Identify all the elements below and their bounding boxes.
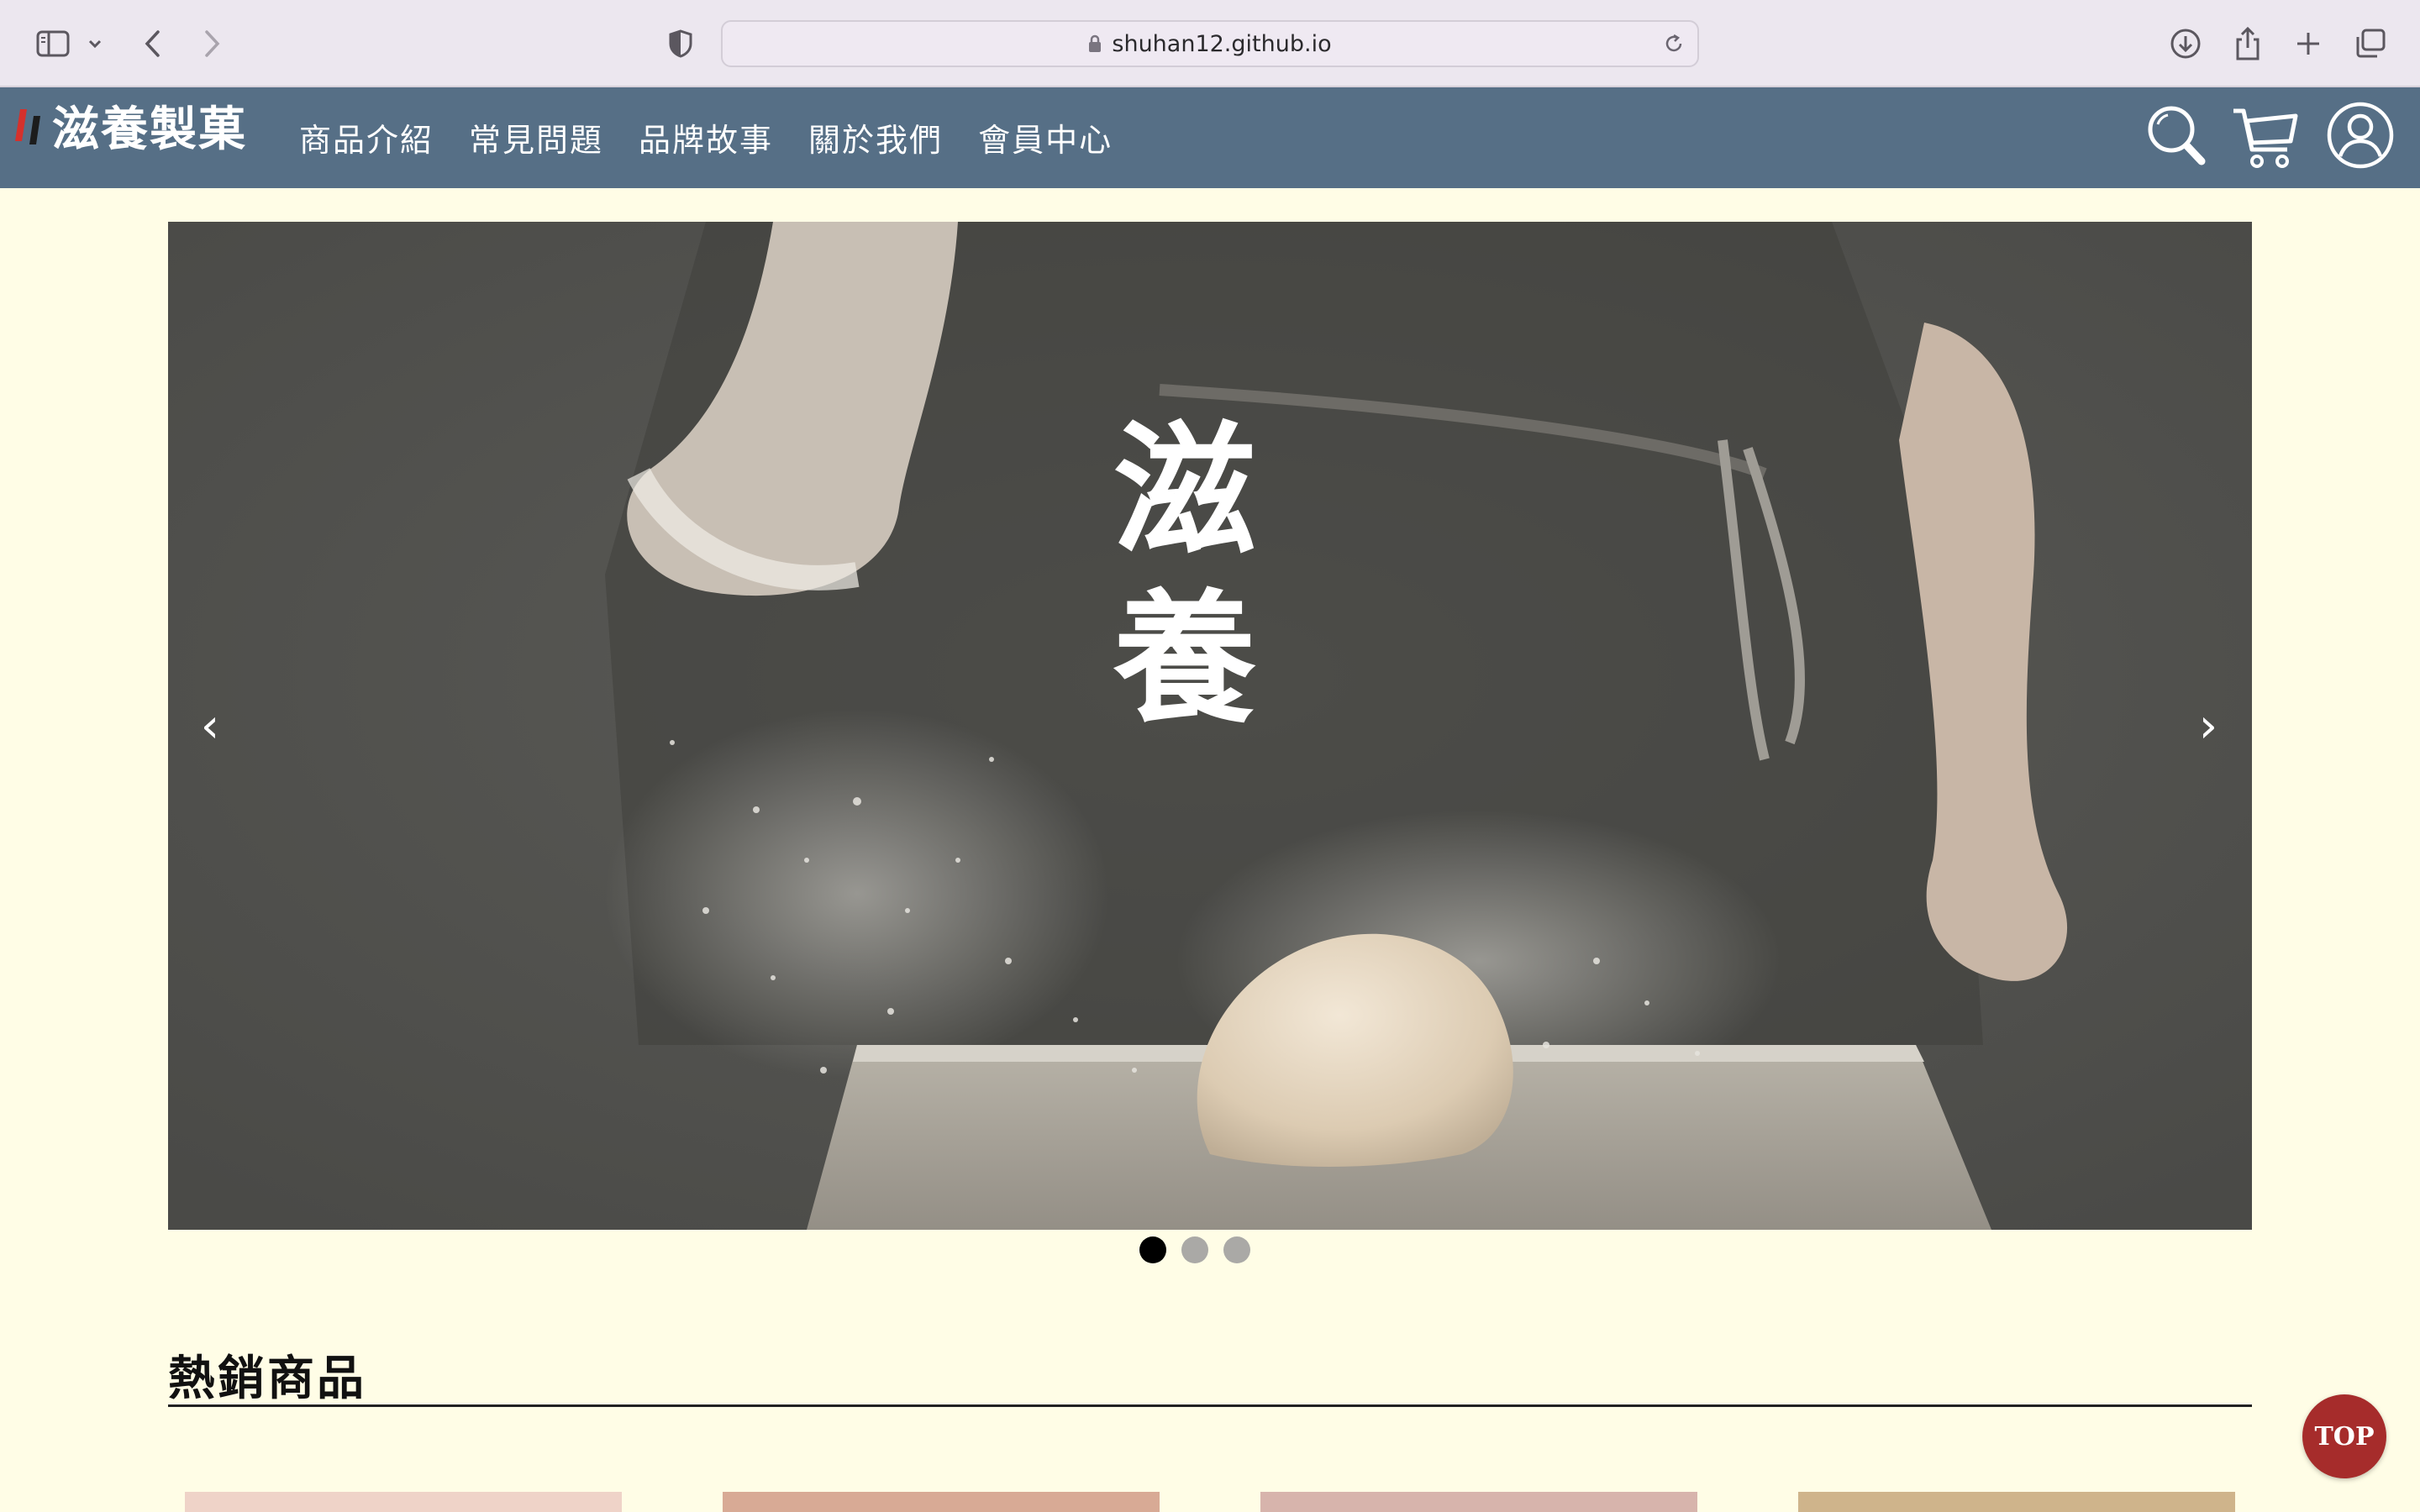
- new-tab-icon[interactable]: [2287, 18, 2329, 69]
- user-icon[interactable]: [2326, 101, 2395, 170]
- privacy-shield-icon[interactable]: [664, 18, 697, 69]
- nav-brand-story[interactable]: 品牌故事: [639, 114, 773, 160]
- product-card[interactable]: [723, 1492, 1160, 1512]
- carousel-dot-1[interactable]: [1139, 1236, 1166, 1263]
- product-card[interactable]: [1798, 1492, 2235, 1512]
- tab-overview-icon[interactable]: [2349, 18, 2391, 69]
- nav-products[interactable]: 商品介紹: [299, 114, 434, 160]
- chevron-down-icon[interactable]: [82, 18, 108, 69]
- product-card[interactable]: [185, 1492, 622, 1512]
- hero-headline: 滋養: [1088, 415, 1256, 751]
- brand-logo[interactable]: 滋養製菓: [15, 96, 247, 157]
- search-icon[interactable]: [2144, 102, 2208, 170]
- nav-member-center[interactable]: 會員中心: [978, 114, 1113, 160]
- hero-carousel: 滋養 ‹ ›: [168, 222, 2252, 1230]
- best-sellers-title: 熱銷商品: [168, 1351, 366, 1406]
- carousel-prev-button[interactable]: ‹: [185, 692, 235, 759]
- back-icon[interactable]: [136, 18, 170, 69]
- carousel-dot-2[interactable]: [1181, 1236, 1208, 1263]
- logo-mark-icon: [15, 104, 44, 146]
- browser-toolbar: shuhan12.github.io: [0, 0, 2420, 87]
- nav-about-us[interactable]: 關於我們: [808, 114, 943, 160]
- site-header: 滋養製菓 商品介紹 常見問題 品牌故事 關於我們 會員中心: [0, 87, 2420, 188]
- carousel-dot-3[interactable]: [1223, 1236, 1250, 1263]
- product-card[interactable]: [1260, 1492, 1697, 1512]
- cart-icon[interactable]: [2232, 102, 2299, 173]
- main-nav: 商品介紹 常見問題 品牌故事 關於我們 會員中心: [299, 114, 1113, 160]
- share-icon[interactable]: [2227, 18, 2269, 69]
- address-bar[interactable]: shuhan12.github.io: [721, 20, 1699, 67]
- nav-faq[interactable]: 常見問題: [469, 114, 603, 160]
- forward-icon[interactable]: [195, 18, 229, 69]
- lock-icon: [1088, 34, 1102, 53]
- url-text: shuhan12.github.io: [1112, 30, 1332, 57]
- back-to-top-button[interactable]: TOP: [2302, 1394, 2386, 1478]
- logo-text: 滋養製菓: [52, 102, 247, 157]
- section-divider: [168, 1404, 2252, 1407]
- carousel-indicators: [1139, 1236, 1250, 1263]
- reload-icon[interactable]: [1662, 32, 1686, 55]
- carousel-next-button[interactable]: ›: [2183, 692, 2233, 759]
- sidebar-toggle-icon[interactable]: [32, 18, 74, 69]
- downloads-icon[interactable]: [2165, 18, 2207, 69]
